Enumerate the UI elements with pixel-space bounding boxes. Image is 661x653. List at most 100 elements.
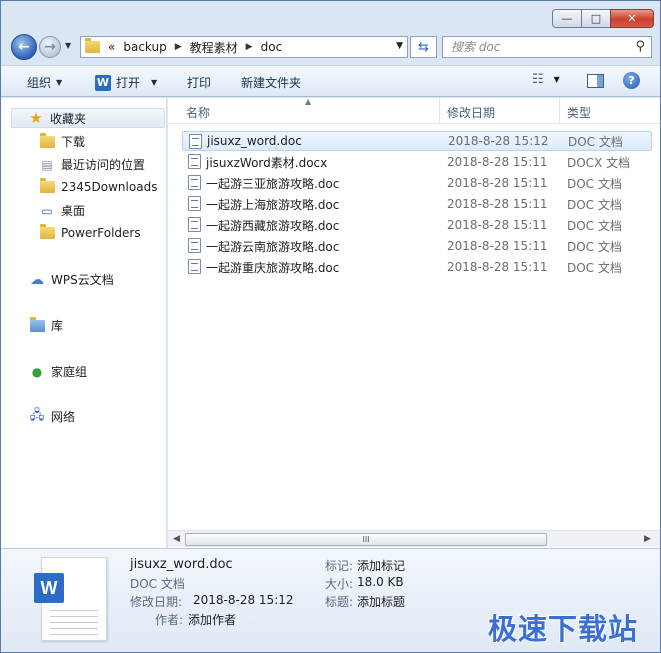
close-button[interactable]: ✕	[610, 9, 654, 28]
command-bar: 组织 ▼ W 打开 ▼ 打印 新建文件夹 ☷ ▼ ?	[1, 65, 660, 97]
print-button[interactable]: 打印	[187, 74, 211, 91]
network-icon: 🖧	[29, 407, 45, 423]
breadcrumb-tutorial[interactable]: 教程素材	[190, 39, 238, 56]
column-header-type[interactable]: 类型	[567, 104, 591, 121]
file-date: 2018-8-28 15:11	[447, 260, 548, 274]
search-box[interactable]: ⚲	[442, 36, 652, 58]
scrollbar-grip: III	[362, 535, 370, 544]
back-button[interactable]: ←	[11, 34, 37, 60]
scroll-left-icon[interactable]: ◀	[173, 534, 180, 544]
column-divider[interactable]	[439, 98, 440, 124]
word-document-icon	[188, 196, 201, 211]
caption-buttons: — □ ✕	[552, 9, 654, 28]
document-thumbnail: W	[34, 557, 107, 641]
file-date: 2018-8-28 15:11	[447, 239, 548, 253]
file-row[interactable]: 一起游上海旅游攻略.doc 2018-8-28 15:11 DOC 文档	[182, 194, 652, 214]
arrow-left-icon: ←	[18, 39, 30, 55]
scroll-right-icon[interactable]: ▶	[644, 534, 651, 544]
refresh-button[interactable]: ⇆	[410, 36, 437, 58]
sidebar-item-wps-cloud[interactable]: ☁ WPS云文档	[29, 271, 114, 288]
column-divider[interactable]	[559, 98, 560, 124]
file-row[interactable]: 一起游重庆旅游攻略.doc 2018-8-28 15:11 DOC 文档	[182, 257, 652, 277]
cloud-icon: ☁	[30, 271, 44, 288]
explorer-window: — □ ✕ ← → ▼ « backup ▶ 教程素材 ▶ doc ▼ ⇆ ⚲ …	[0, 0, 661, 653]
sidebar-item-network[interactable]: 🖧 网络	[29, 408, 75, 425]
sidebar-item-homegroup[interactable]: ● 家庭组	[29, 363, 87, 380]
open-button[interactable]: W 打开 ▼	[95, 74, 157, 91]
details-modified-label: 修改日期:	[130, 595, 183, 609]
details-filetype: DOC 文档	[130, 577, 185, 591]
forward-button[interactable]: →	[39, 36, 61, 58]
recent-pages-dropdown[interactable]: ▼	[65, 41, 71, 50]
file-row[interactable]: jisuxzWord素材.docx 2018-8-28 15:11 DOCX 文…	[182, 152, 652, 172]
breadcrumb-backup[interactable]: backup	[123, 40, 166, 54]
search-input[interactable]	[451, 40, 621, 54]
sidebar-item-downloads[interactable]: 下载	[39, 132, 85, 150]
maximize-button[interactable]: □	[581, 9, 610, 28]
breadcrumb-overflow[interactable]: «	[108, 40, 115, 54]
navigation-pane: ★ 收藏夹 下载 ▤ 最近访问的位置 2345Downloads ▭ 桌面 Po…	[1, 98, 167, 548]
file-name: 一起游云南旅游攻略.doc	[206, 239, 340, 254]
view-options-button[interactable]: ☷ ▼	[532, 72, 560, 87]
refresh-icon: ⇆	[418, 39, 429, 55]
watermark-logo: 极速下载站	[488, 612, 639, 646]
sidebar-item-label: 收藏夹	[50, 111, 87, 126]
minimize-button[interactable]: —	[552, 9, 581, 28]
desktop-icon: ▭	[41, 203, 53, 218]
details-size-label: 大小:	[325, 577, 354, 591]
file-date: 2018-8-28 15:11	[447, 176, 548, 190]
word-icon: W	[34, 573, 64, 603]
sidebar-item-library[interactable]: 库	[29, 316, 63, 334]
file-type: DOC 文档	[567, 197, 622, 212]
preview-pane-button[interactable]	[587, 74, 604, 88]
file-name: 一起游上海旅游攻略.doc	[206, 197, 340, 212]
chevron-down-icon[interactable]: ▼	[151, 78, 157, 87]
file-row[interactable]: jisuxz_word.doc 2018-8-28 15:12 DOC 文档	[182, 131, 652, 151]
scrollbar-thumb[interactable]: III	[185, 533, 547, 546]
file-date: 2018-8-28 15:12	[448, 134, 549, 148]
column-header-row: ▲ 名称 修改日期 类型	[168, 97, 660, 124]
word-document-icon	[188, 259, 201, 274]
help-button[interactable]: ?	[623, 72, 640, 89]
downloads-folder-icon	[39, 132, 55, 150]
breadcrumb-separator[interactable]: ▶	[246, 42, 253, 52]
address-dropdown[interactable]: ▼	[396, 41, 403, 51]
file-row[interactable]: 一起游三亚旅游攻略.doc 2018-8-28 15:11 DOC 文档	[182, 173, 652, 193]
sidebar-item-2345downloads[interactable]: 2345Downloads	[39, 178, 157, 195]
navigation-bar: ← → ▼ « backup ▶ 教程素材 ▶ doc ▼ ⇆ ⚲	[1, 34, 660, 60]
file-name: jisuxz_word.doc	[207, 134, 302, 148]
sidebar-item-powerfolders[interactable]: PowerFolders	[39, 224, 141, 241]
file-type: DOC 文档	[567, 239, 622, 254]
word-document-icon	[188, 217, 201, 232]
sidebar-item-favorites[interactable]: ★ 收藏夹	[11, 108, 165, 128]
word-document-icon	[189, 134, 202, 149]
address-bar[interactable]: « backup ▶ 教程素材 ▶ doc ▼	[80, 36, 408, 58]
details-modified-value: 2018-8-28 15:12	[193, 593, 294, 607]
file-row[interactable]: 一起游云南旅游攻略.doc 2018-8-28 15:11 DOC 文档	[182, 236, 652, 256]
organize-button[interactable]: 组织 ▼	[27, 74, 62, 91]
horizontal-scrollbar[interactable]: ◀ III ▶	[168, 530, 660, 547]
sidebar-item-label: WPS云文档	[51, 273, 114, 287]
sidebar-item-recent[interactable]: ▤ 最近访问的位置	[39, 156, 145, 173]
file-type: DOC 文档	[568, 134, 623, 149]
column-header-name[interactable]: 名称	[186, 104, 210, 121]
word-document-icon	[188, 238, 201, 253]
word-document-icon	[188, 154, 201, 169]
file-name: jisuxzWord素材.docx	[206, 155, 328, 170]
chevron-down-icon[interactable]: ▼	[554, 75, 560, 84]
search-icon[interactable]: ⚲	[635, 39, 645, 54]
sort-ascending-icon: ▲	[305, 97, 312, 106]
file-row[interactable]: 一起游西藏旅游攻略.doc 2018-8-28 15:11 DOC 文档	[182, 215, 652, 235]
breadcrumb-doc[interactable]: doc	[261, 40, 283, 54]
print-label: 打印	[187, 76, 212, 90]
details-title-value[interactable]: 添加标题	[357, 593, 405, 610]
details-author-value[interactable]: 添加作者	[188, 611, 236, 628]
sidebar-item-desktop[interactable]: ▭ 桌面	[39, 202, 85, 219]
homegroup-icon: ●	[31, 364, 43, 379]
breadcrumb-separator[interactable]: ▶	[175, 42, 182, 52]
chevron-down-icon: ▼	[56, 78, 63, 87]
new-folder-button[interactable]: 新建文件夹	[241, 74, 301, 91]
details-tags-value[interactable]: 添加标记	[357, 557, 405, 574]
star-icon: ★	[29, 109, 43, 127]
column-header-date[interactable]: 修改日期	[447, 104, 495, 121]
